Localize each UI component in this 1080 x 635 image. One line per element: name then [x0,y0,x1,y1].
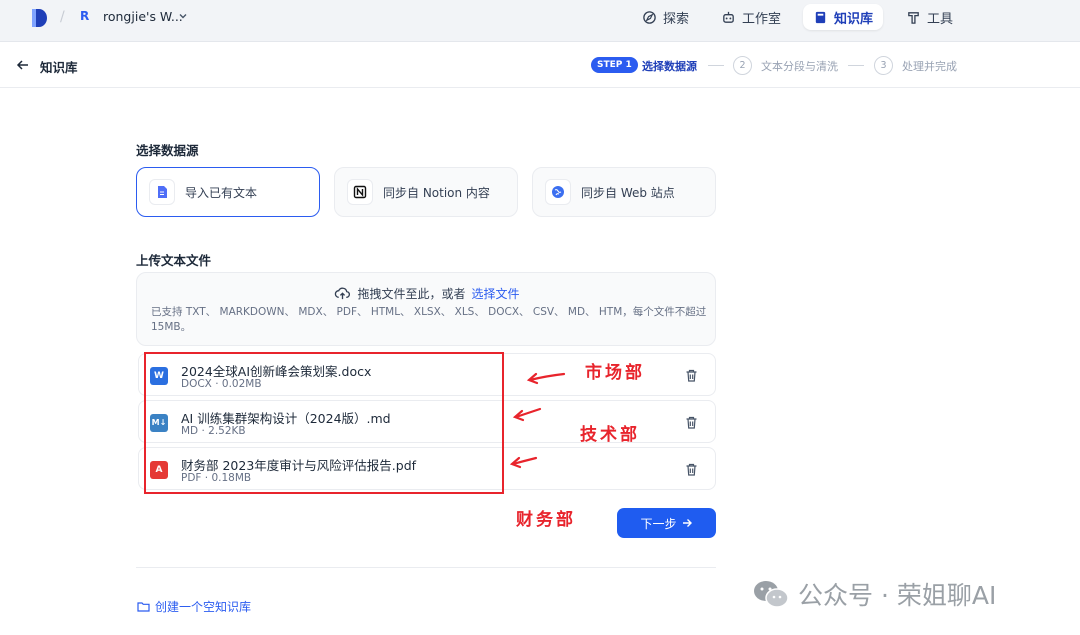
wechat-logo-icon [754,581,789,608]
back-arrow-icon[interactable] [16,58,30,72]
annotation-label-marketing: 市场部 [585,363,645,383]
page-title: 知识库 [40,60,78,75]
step-3-label: 处理并完成 [902,60,957,73]
top-navigation: / R rongjie's W... 探索 工作室 知识库 工具 [0,0,1080,42]
nav-tools-label: 工具 [927,11,954,27]
trash-icon[interactable] [684,462,699,477]
robot-icon [723,11,734,23]
notion-icon [347,179,373,205]
annotation-arrow-icon [512,407,542,422]
workspace-name[interactable]: rongjie's W... [103,9,183,24]
create-empty-knowledge-link[interactable]: 创建一个空知识库 [137,598,251,615]
source-option-label: 同步自 Web 站点 [581,185,675,200]
source-option-web[interactable]: 同步自 Web 站点 [532,167,716,217]
step-3-number: 3 [874,56,893,75]
nav-knowledge-label: 知识库 [834,11,874,27]
source-option-label: 同步自 Notion 内容 [383,185,490,200]
create-empty-knowledge-label: 创建一个空知识库 [155,600,252,614]
source-option-import-text[interactable]: 导入已有文本 [136,167,320,217]
next-step-label: 下一步 [640,516,677,531]
cloud-upload-icon [335,287,351,300]
file-text-icon [149,179,175,205]
book-icon [815,11,826,23]
watermark-text: 公众号 · 荣姐聊AI [798,581,997,610]
workspace-avatar[interactable]: R [80,9,89,23]
upload-supported-formats: 已支持 TXT、 MARKDOWN、 MDX、 PDF、 HTML、 XLSX、… [151,306,707,333]
source-option-notion[interactable]: 同步自 Notion 内容 [334,167,518,217]
globe-icon [545,179,571,205]
nav-knowledge[interactable]: 知识库 [803,4,884,30]
nav-studio[interactable]: 工作室 [711,4,791,30]
step-2-number: 2 [733,56,752,75]
annotation-arrow-icon [509,456,538,469]
tool-icon [908,11,919,24]
annotation-label-finance: 财务部 [516,510,576,530]
select-file-link[interactable]: 选择文件 [472,285,520,302]
folder-icon [137,602,150,612]
upload-title: 上传文本文件 [136,253,212,268]
step-1-badge: STEP 1 [591,57,638,73]
nav-explore[interactable]: 探索 [632,4,699,30]
trash-icon[interactable] [684,368,699,383]
trash-icon[interactable] [684,415,699,430]
app-logo-icon[interactable] [30,8,48,28]
nav-explore-label: 探索 [663,11,690,27]
datasource-title: 选择数据源 [136,143,199,158]
upload-prompt: 拖拽文件至此，或者 选择文件 [137,285,717,302]
breadcrumb-separator: / [60,9,65,25]
upload-drag-text: 拖拽文件至此，或者 [357,287,466,301]
annotation-arrow-icon [526,372,566,385]
nav-studio-label: 工作室 [742,11,782,27]
step-2-label: 文本分段与清洗 [761,60,838,73]
source-option-label: 导入已有文本 [185,185,258,200]
annotation-label-tech: 技术部 [580,425,640,445]
next-step-button[interactable]: 下一步 [617,508,716,538]
annotation-highlight-box [144,352,504,494]
compass-icon [643,10,656,24]
chevron-down-icon[interactable] [177,10,189,22]
arrow-right-icon [682,519,692,527]
nav-tools[interactable]: 工具 [896,4,963,30]
divider [136,567,716,568]
upload-dropzone[interactable]: 拖拽文件至此，或者 选择文件 已支持 TXT、 MARKDOWN、 MDX、 P… [136,272,716,346]
watermark: 公众号 · 荣姐聊AI [752,576,996,612]
step-connector [848,65,864,66]
step-1-label: 选择数据源 [642,60,697,73]
step-connector [708,65,724,66]
